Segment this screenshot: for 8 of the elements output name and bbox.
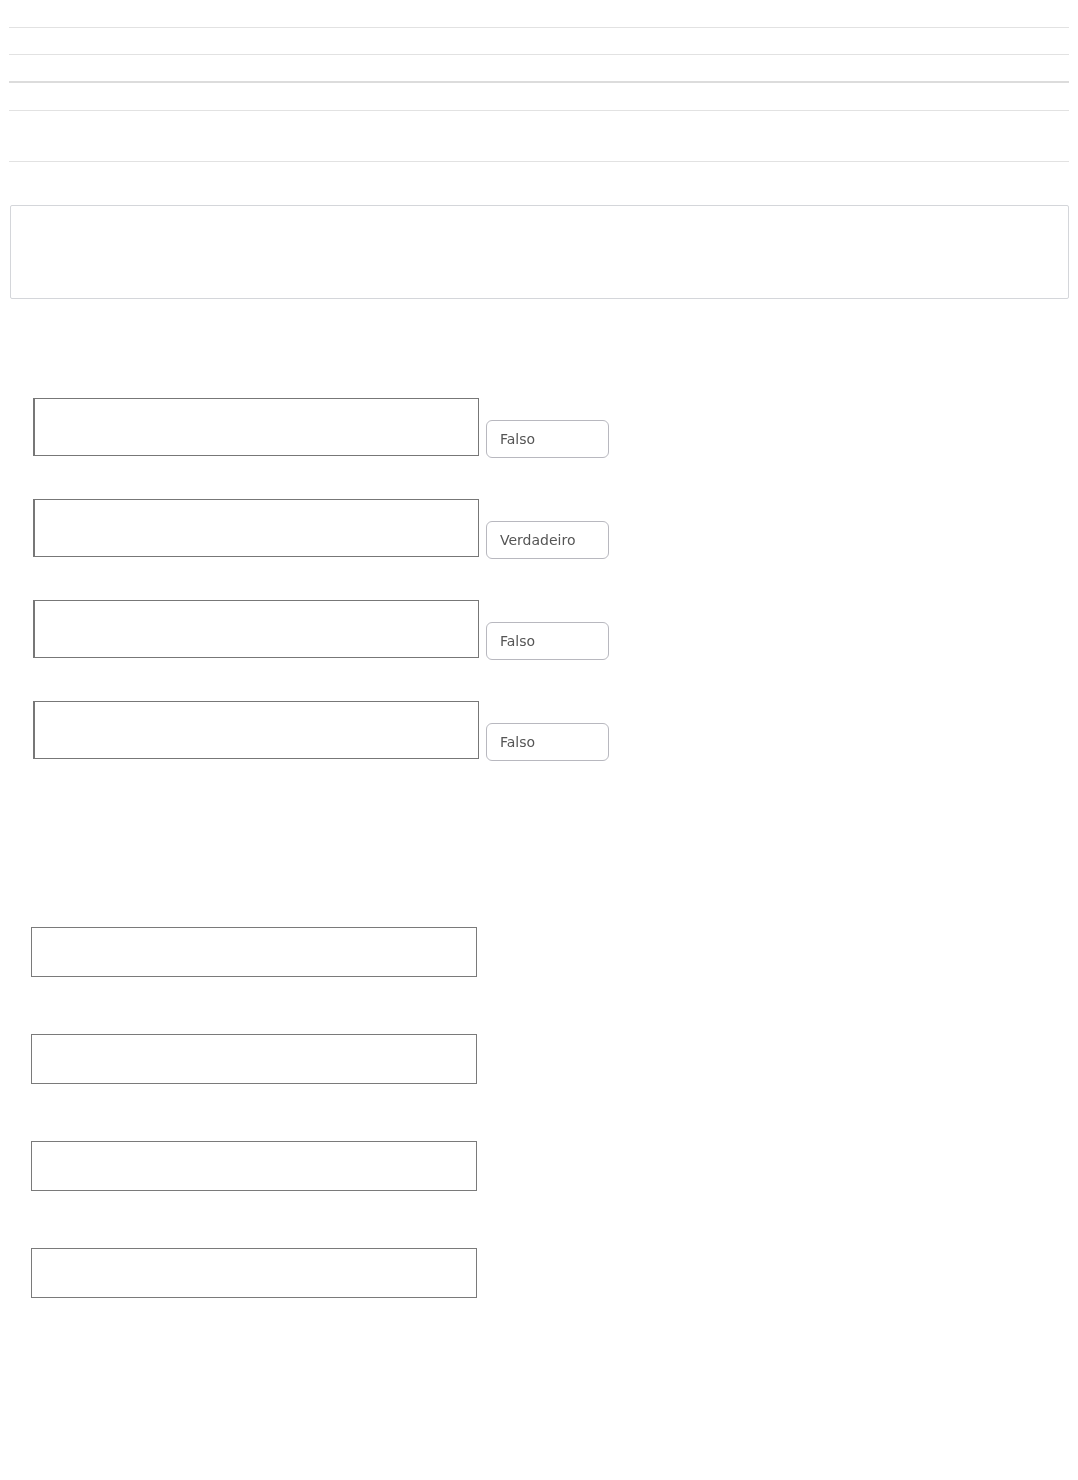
answer-dropdown[interactable]: Falso bbox=[486, 723, 609, 761]
answer-dropdown[interactable]: Verdadeiro bbox=[486, 521, 609, 559]
answer-field[interactable] bbox=[31, 1248, 477, 1298]
answer-field[interactable] bbox=[31, 1034, 477, 1084]
answer-field[interactable] bbox=[31, 1141, 477, 1191]
answer-dropdown[interactable]: Falso bbox=[486, 622, 609, 660]
answer-field[interactable] bbox=[31, 927, 477, 977]
answer-dropdown[interactable]: Falso bbox=[486, 420, 609, 458]
